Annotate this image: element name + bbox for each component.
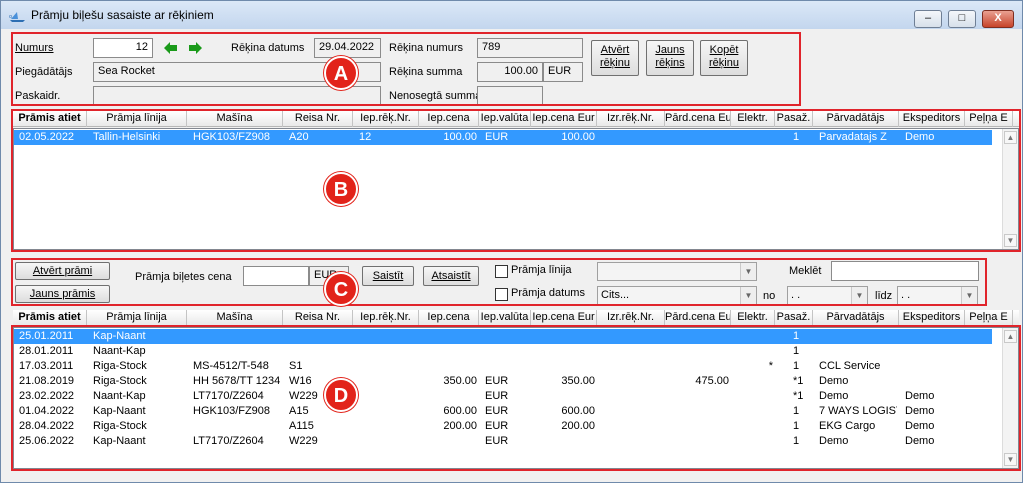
- minimize-button[interactable]: –: [914, 10, 942, 28]
- annotation-badge-c: C: [324, 272, 358, 306]
- app-icon: o: [9, 12, 25, 22]
- annotation-badge-a: A: [324, 56, 358, 90]
- column-header[interactable]: Prāmis atiet: [13, 310, 87, 326]
- annotation-badge-b: B: [324, 172, 358, 206]
- column-header[interactable]: Pārd.cena Eur: [665, 310, 731, 326]
- ferry-grid-header: Prāmis atiet Prāmja līnija Mašīna Reisa Nr.…: [13, 310, 1019, 326]
- title-bar: o Prāmju biļešu sasaiste ar rēķiniem – □…: [1, 1, 1022, 29]
- column-header[interactable]: Pasaž.: [775, 310, 813, 326]
- column-header[interactable]: Pārvadātājs: [813, 310, 899, 326]
- annotation-box-b: [11, 109, 1021, 252]
- annotation-box-d: [11, 325, 1021, 471]
- annotation-box-a: [11, 32, 801, 106]
- main-window: o Prāmju biļešu sasaiste ar rēķiniem – □…: [0, 0, 1023, 483]
- column-header[interactable]: Iep.rēķ.Nr.: [353, 310, 419, 326]
- column-header[interactable]: Peļņa E: [965, 310, 1013, 326]
- annotation-box-c: [11, 258, 987, 306]
- column-header[interactable]: Iep.cena Eur: [531, 310, 597, 326]
- window-title: Prāmju biļešu sasaiste ar rēķiniem: [31, 8, 214, 22]
- annotation-badge-d: D: [324, 378, 358, 412]
- close-button[interactable]: X: [982, 10, 1014, 28]
- column-header[interactable]: Izr.rēķ.Nr.: [597, 310, 665, 326]
- svg-text:o: o: [9, 14, 12, 20]
- column-header[interactable]: Prāmja līnija: [87, 310, 187, 326]
- column-header[interactable]: Iep.cena: [419, 310, 479, 326]
- column-header[interactable]: Iep.valūta: [479, 310, 531, 326]
- column-header[interactable]: Elektr.: [731, 310, 775, 326]
- column-header[interactable]: Reisa Nr.: [283, 310, 353, 326]
- column-header[interactable]: Mašīna: [187, 310, 283, 326]
- maximize-button[interactable]: □: [948, 10, 976, 28]
- column-header[interactable]: Ekspeditors: [899, 310, 965, 326]
